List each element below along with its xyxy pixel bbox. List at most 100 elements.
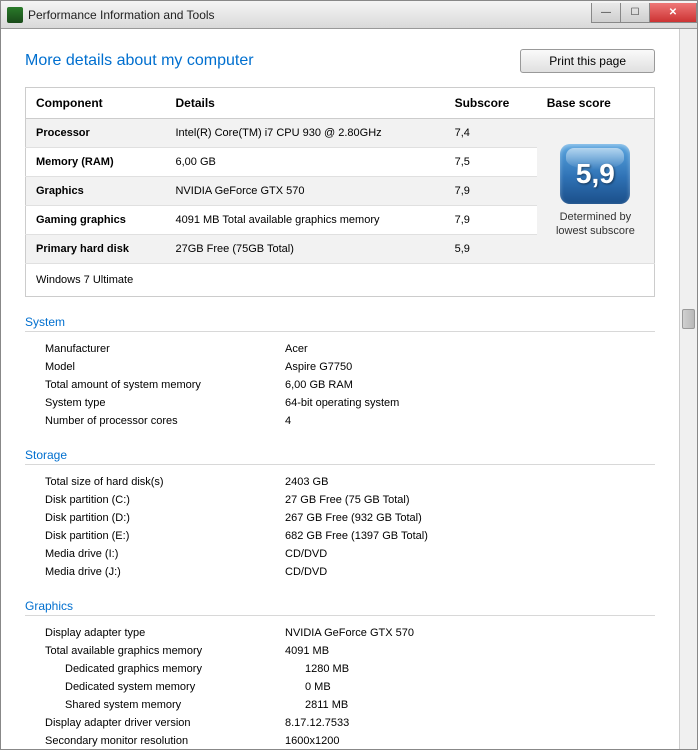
col-basescore: Base score — [537, 88, 655, 119]
section-title-graphics: Graphics — [25, 599, 655, 616]
kv-label: Total amount of system memory — [45, 379, 285, 391]
section-title-storage: Storage — [25, 448, 655, 465]
row-label: Gaming graphics — [26, 206, 166, 235]
kv-row: Total size of hard disk(s)2403 GB — [25, 473, 655, 491]
kv-value: 4 — [285, 415, 291, 427]
kv-value: NVIDIA GeForce GTX 570 — [285, 627, 414, 639]
kv-value: 1280 MB — [305, 663, 349, 675]
row-details: 27GB Free (75GB Total) — [165, 235, 444, 264]
kv-value: 0 MB — [305, 681, 331, 693]
kv-row: Display adapter driver version8.17.12.75… — [25, 714, 655, 732]
col-component: Component — [26, 88, 166, 119]
kv-label: Dedicated graphics memory — [65, 663, 305, 675]
row-subscore: 7,9 — [445, 206, 537, 235]
scroll-thumb[interactable] — [682, 309, 695, 329]
kv-value: CD/DVD — [285, 548, 327, 560]
window-title: Performance Information and Tools — [28, 8, 592, 22]
kv-value: 64-bit operating system — [285, 397, 399, 409]
app-icon — [7, 7, 23, 23]
kv-label: Dedicated system memory — [65, 681, 305, 693]
row-subscore: 7,4 — [445, 119, 537, 148]
score-row-processor: Processor Intel(R) Core(TM) i7 CPU 930 @… — [26, 119, 655, 148]
basescore-number: 5,9 — [576, 158, 615, 190]
window-controls: — ☐ ✕ — [592, 3, 697, 23]
col-subscore: Subscore — [445, 88, 537, 119]
kv-row: Media drive (I:)CD/DVD — [25, 545, 655, 563]
kv-label: Total size of hard disk(s) — [45, 476, 285, 488]
kv-label: Model — [45, 361, 285, 373]
content: More details about my computer Print thi… — [1, 29, 679, 749]
minimize-button[interactable]: — — [591, 3, 621, 23]
kv-value: 6,00 GB RAM — [285, 379, 353, 391]
window: Performance Information and Tools — ☐ ✕ … — [0, 0, 698, 750]
kv-row: Shared system memory2811 MB — [25, 696, 655, 714]
kv-row: Dedicated system memory0 MB — [25, 678, 655, 696]
kv-label: Display adapter driver version — [45, 717, 285, 729]
row-details: 6,00 GB — [165, 148, 444, 177]
row-details: NVIDIA GeForce GTX 570 — [165, 177, 444, 206]
kv-label: Disk partition (C:) — [45, 494, 285, 506]
basescore-caption2: lowest subscore — [556, 224, 635, 238]
kv-row: Dedicated graphics memory1280 MB — [25, 660, 655, 678]
kv-label: Media drive (I:) — [45, 548, 285, 560]
print-button[interactable]: Print this page — [520, 49, 655, 73]
col-details: Details — [165, 88, 444, 119]
basescore-caption1: Determined by — [556, 210, 635, 224]
kv-value: Acer — [285, 343, 308, 355]
scrollbar[interactable] — [679, 29, 697, 749]
kv-value: 8.17.12.7533 — [285, 717, 349, 729]
kv-row: Total amount of system memory6,00 GB RAM — [25, 376, 655, 394]
kv-row: Disk partition (E:)682 GB Free (1397 GB … — [25, 527, 655, 545]
row-subscore: 7,5 — [445, 148, 537, 177]
kv-label: Disk partition (D:) — [45, 512, 285, 524]
kv-value: Aspire G7750 — [285, 361, 352, 373]
kv-value: 27 GB Free (75 GB Total) — [285, 494, 410, 506]
section-title-system: System — [25, 315, 655, 332]
kv-label: Shared system memory — [65, 699, 305, 711]
score-row-os: Windows 7 Ultimate — [26, 264, 655, 297]
kv-value: 2403 GB — [285, 476, 328, 488]
row-subscore: 5,9 — [445, 235, 537, 264]
kv-value: 682 GB Free (1397 GB Total) — [285, 530, 428, 542]
maximize-button[interactable]: ☐ — [620, 3, 650, 23]
kv-label: Number of processor cores — [45, 415, 285, 427]
kv-label: System type — [45, 397, 285, 409]
kv-label: Secondary monitor resolution — [45, 735, 285, 747]
kv-value: 267 GB Free (932 GB Total) — [285, 512, 422, 524]
kv-row: Media drive (J:)CD/DVD — [25, 563, 655, 581]
section-storage: Storage Total size of hard disk(s)2403 G… — [25, 448, 655, 581]
row-details: Intel(R) Core(TM) i7 CPU 930 @ 2.80GHz — [165, 119, 444, 148]
kv-label: Disk partition (E:) — [45, 530, 285, 542]
row-details: 4091 MB Total available graphics memory — [165, 206, 444, 235]
kv-value: CD/DVD — [285, 566, 327, 578]
kv-row: Disk partition (D:)267 GB Free (932 GB T… — [25, 509, 655, 527]
row-label: Graphics — [26, 177, 166, 206]
titlebar[interactable]: Performance Information and Tools — ☐ ✕ — [1, 1, 697, 29]
kv-value: 4091 MB — [285, 645, 329, 657]
section-graphics: Graphics Display adapter typeNVIDIA GeFo… — [25, 599, 655, 749]
basescore-cell: 5,9 Determined by lowest subscore — [537, 119, 655, 264]
kv-value: 2811 MB — [305, 699, 348, 711]
basescore-badge-icon: 5,9 — [560, 144, 630, 204]
row-label: Primary hard disk — [26, 235, 166, 264]
basescore-box: 5,9 Determined by lowest subscore — [556, 144, 635, 239]
page-heading: More details about my computer — [25, 52, 254, 70]
score-table: Component Details Subscore Base score Pr… — [25, 87, 655, 297]
kv-row: ManufacturerAcer — [25, 340, 655, 358]
kv-label: Display adapter type — [45, 627, 285, 639]
kv-label: Media drive (J:) — [45, 566, 285, 578]
kv-label: Manufacturer — [45, 343, 285, 355]
row-label: Memory (RAM) — [26, 148, 166, 177]
row-label: Processor — [26, 119, 166, 148]
close-button[interactable]: ✕ — [649, 3, 697, 23]
kv-row: Secondary monitor resolution1600x1200 — [25, 732, 655, 749]
row-subscore: 7,9 — [445, 177, 537, 206]
os-label: Windows 7 Ultimate — [26, 264, 655, 297]
kv-label: Total available graphics memory — [45, 645, 285, 657]
kv-value: 1600x1200 — [285, 735, 339, 747]
kv-row: Total available graphics memory4091 MB — [25, 642, 655, 660]
kv-row: System type64-bit operating system — [25, 394, 655, 412]
header-row: More details about my computer Print thi… — [25, 49, 655, 73]
kv-row: ModelAspire G7750 — [25, 358, 655, 376]
kv-row: Display adapter typeNVIDIA GeForce GTX 5… — [25, 624, 655, 642]
